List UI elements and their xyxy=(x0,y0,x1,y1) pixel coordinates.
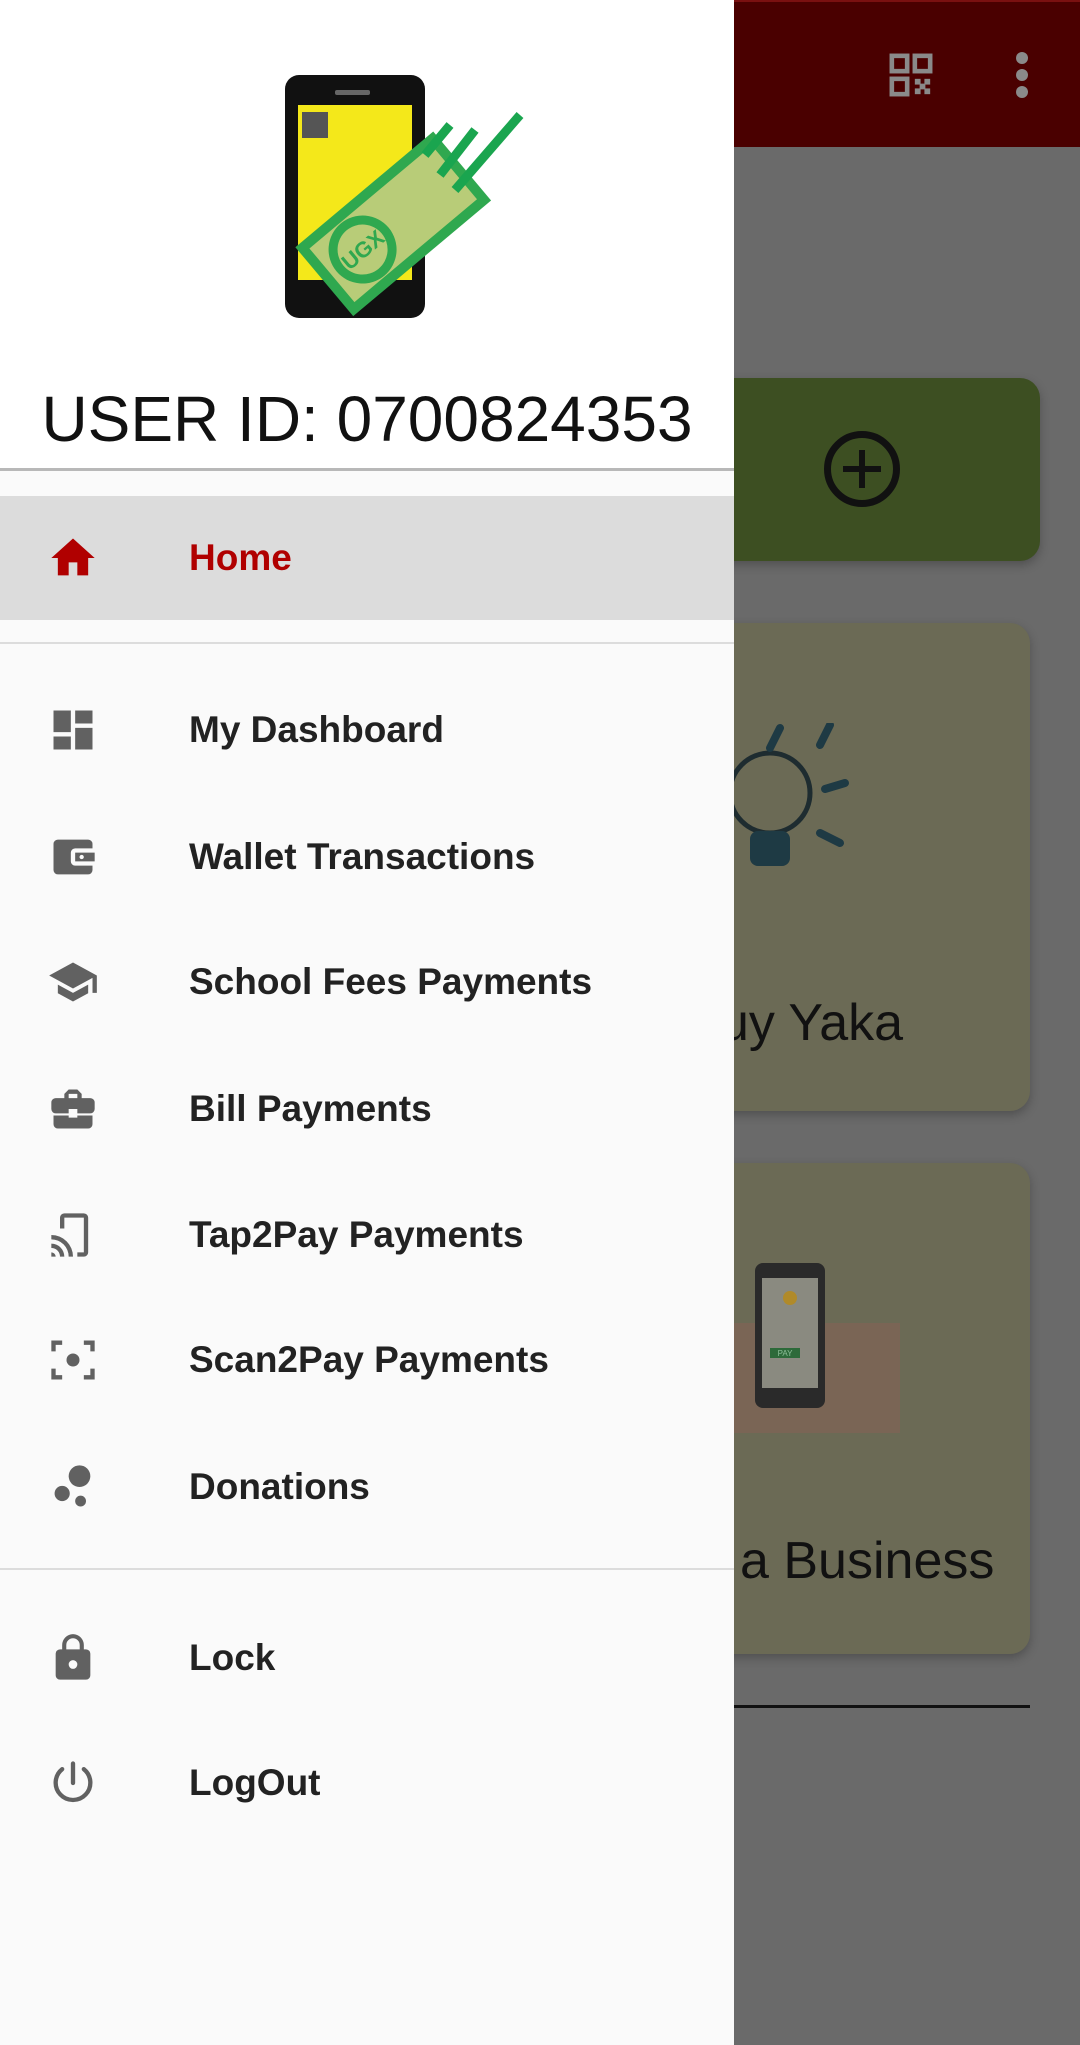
nav-item-label: Scan2Pay Payments xyxy=(189,1339,549,1380)
nav-item-label: Lock xyxy=(189,1637,276,1678)
nav-item-label: LogOut xyxy=(189,1762,321,1803)
divider-line xyxy=(720,1705,1030,1708)
nav-item-tap2pay-payments[interactable]: Tap2Pay Payments xyxy=(0,1173,734,1297)
user-id-label: USER ID: 0700824353 xyxy=(41,383,693,455)
phone-pay-image: PAY xyxy=(730,1263,900,1433)
power-icon xyxy=(53,1761,93,1803)
nav-item-school-fees-payments[interactable]: School Fees Payments xyxy=(0,920,734,1044)
nav-item-label: Wallet Transactions xyxy=(189,836,536,877)
cast-icon xyxy=(51,1213,89,1257)
card-label: a Business xyxy=(740,1532,995,1590)
nav-item-label: Donations xyxy=(189,1466,370,1507)
nav-item-logout[interactable]: LogOut xyxy=(0,1721,734,1845)
divider xyxy=(0,1568,734,1570)
briefcase-icon xyxy=(51,1089,95,1129)
more-vert-icon[interactable] xyxy=(1010,52,1034,98)
nav-item-label: Home xyxy=(189,537,292,578)
divider xyxy=(0,642,734,644)
home-icon xyxy=(51,538,95,576)
drawer-header: UGX USER ID: 0700824353 xyxy=(0,0,734,471)
nav-item-label: School Fees Payments xyxy=(189,961,593,1002)
nav-item-scan2pay-payments[interactable]: Scan2Pay Payments xyxy=(0,1298,734,1422)
lock-icon xyxy=(55,1634,91,1680)
school-icon xyxy=(49,962,97,1002)
nav-item-wallet-transactions[interactable]: Wallet Transactions xyxy=(0,795,734,919)
nav-item-bill-payments[interactable]: Bill Payments xyxy=(0,1047,734,1171)
scan-icon xyxy=(51,1340,95,1380)
wallet-icon xyxy=(53,839,95,875)
card-label: uy Yaka xyxy=(720,994,904,1052)
nav-item-lock[interactable]: Lock xyxy=(0,1596,734,1720)
nav-item-donations[interactable]: Donations xyxy=(0,1425,734,1549)
app-logo: UGX xyxy=(285,75,524,318)
light-bulb-image xyxy=(727,723,849,866)
nav-item-my-dashboard[interactable]: My Dashboard xyxy=(0,668,734,792)
bubbles-icon xyxy=(54,1465,91,1507)
nav-item-home[interactable]: Home xyxy=(0,496,734,620)
pay-label: PAY xyxy=(778,1349,793,1358)
nav-item-label: Bill Payments xyxy=(189,1088,432,1129)
qr-code-icon[interactable] xyxy=(888,52,934,98)
nav-item-label: Tap2Pay Payments xyxy=(189,1214,524,1255)
add-circle-icon xyxy=(824,431,900,507)
dashboard-icon xyxy=(53,710,93,750)
nav-item-label: My Dashboard xyxy=(189,709,444,750)
navigation-drawer: UGX USER ID: 0700824353 Home My Dashboar… xyxy=(0,0,734,2045)
